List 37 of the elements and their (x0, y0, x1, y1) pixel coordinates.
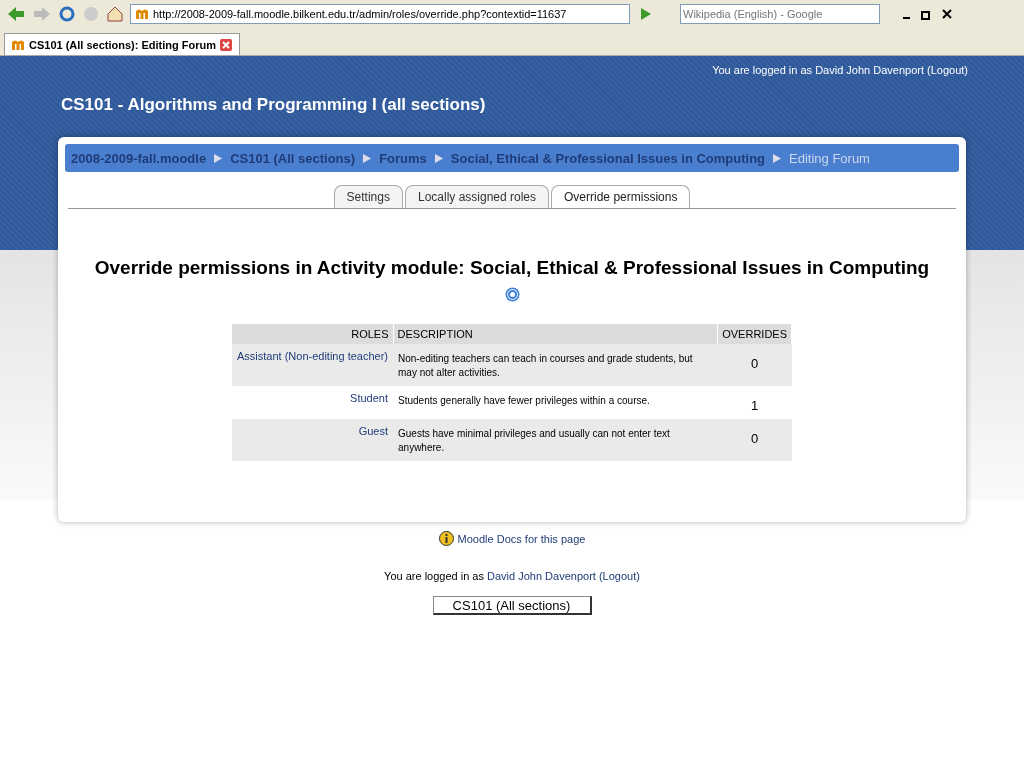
role-link[interactable]: Student (350, 392, 388, 404)
role-link[interactable]: Assistant (Non-editing teacher) (237, 350, 388, 362)
site-logo-icon (11, 38, 25, 51)
course-button[interactable]: CS101 (All sections) (432, 596, 592, 615)
search-field[interactable]: Wikipedia (English) - Google (680, 4, 880, 24)
course-title: CS101 - Algorithms and Programming I (all sections) (60, 94, 487, 115)
column-header: OVERRIDES (717, 324, 792, 344)
login-info: You are logged in as (384, 570, 484, 582)
table-cell: 1 (717, 386, 792, 419)
table-cell: 0 (717, 419, 792, 461)
role-link[interactable]: Guest (358, 425, 388, 437)
tab[interactable]: Settings (333, 185, 403, 208)
column-header: ROLES (232, 324, 393, 344)
table-cell: Non-editing teachers can teach in courses and grade students, but may not alter activities. (393, 344, 718, 386)
login-info: You are logged in as David John Davenport (Logout) (711, 63, 969, 76)
info-icon (438, 531, 454, 546)
user-link[interactable]: David John Davenport (487, 570, 596, 582)
table-cell: Students generally have fewer privileges within a course. (393, 386, 718, 419)
separator-icon (434, 153, 443, 163)
table-cell: 0 (717, 344, 792, 386)
column-header: DESCRIPTION (393, 324, 718, 344)
back-icon[interactable] (6, 5, 26, 23)
tab[interactable]: Locally assigned roles (404, 185, 550, 208)
separator-icon (773, 153, 782, 163)
separator-icon (363, 153, 372, 163)
home-icon[interactable] (106, 5, 124, 23)
separator-icon (214, 153, 223, 163)
breadcrumb-item: Editing Forum (789, 150, 870, 166)
tab[interactable]: Override permissions (551, 185, 691, 208)
table-cell: Guests have minimal privileges and usually can not enter text anywhere. (393, 419, 718, 461)
address-field[interactable]: http://2008-2009-fall.moodle.bilkent.edu.tr/admin/roles/override.php?contextid=11637 (130, 4, 630, 24)
browser-tab[interactable]: CS101 (All sections): Editing Forum (4, 33, 240, 55)
logout-link[interactable]: (Logout) (598, 570, 640, 582)
site-logo-icon (135, 8, 149, 20)
docs-link[interactable]: Moodle Docs for this page (457, 532, 586, 545)
page-heading: Override permissions in Activity module: Social, Ethical & Professional Issues in Computing (93, 257, 931, 279)
close-icon[interactable] (940, 7, 954, 21)
